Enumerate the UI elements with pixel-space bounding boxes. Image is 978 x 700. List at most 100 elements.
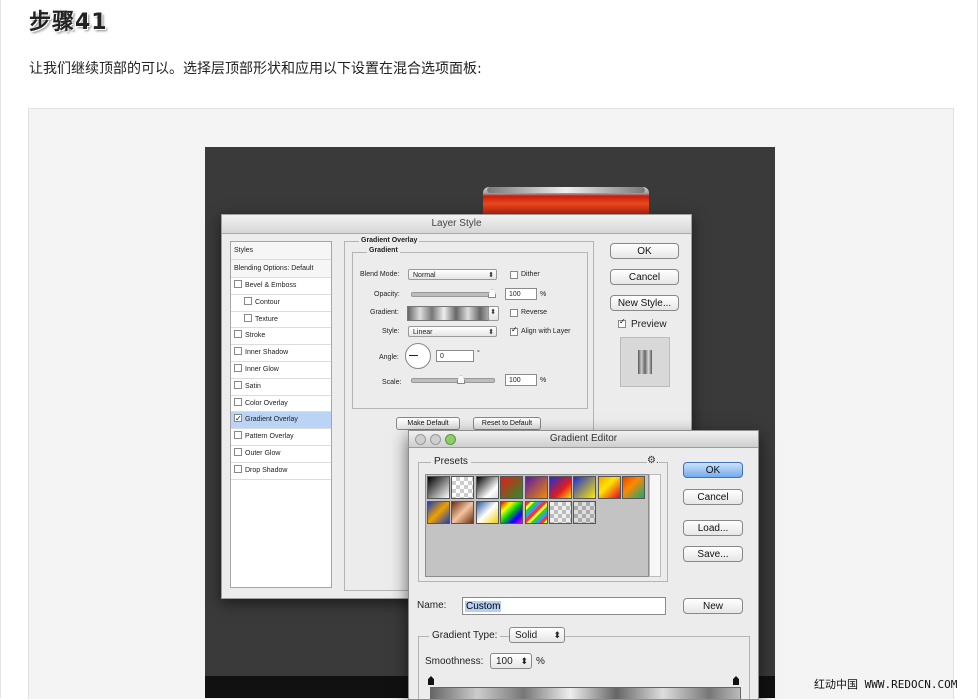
preset-swatch[interactable]: [573, 501, 597, 524]
make-default-button[interactable]: Make Default: [396, 417, 460, 430]
gradient-dropdown[interactable]: [488, 306, 499, 321]
style-item[interactable]: Drop Shadow: [231, 463, 331, 480]
style-item-checkbox[interactable]: [234, 347, 242, 356]
ok-button[interactable]: OK: [683, 462, 743, 478]
style-item[interactable]: Color Overlay: [231, 396, 331, 413]
load-button[interactable]: Load...: [683, 520, 743, 536]
scale-slider-thumb[interactable]: [457, 375, 465, 384]
cancel-button[interactable]: Cancel: [683, 489, 743, 505]
presets-group: Presets ⚙.: [418, 455, 668, 582]
style-item[interactable]: Outer Glow: [231, 446, 331, 463]
angle-degree: °: [477, 350, 480, 357]
gradient-type-label: Gradient Type:: [429, 630, 501, 641]
preset-swatch-grid: [425, 474, 649, 577]
style-item-checkbox[interactable]: [234, 397, 242, 406]
gradient-group: Gradient Blend Mode: Normal Dither Opaci…: [352, 247, 588, 409]
zoom-window-icon[interactable]: [445, 434, 456, 445]
style-item-label: Satin: [245, 382, 261, 390]
blend-mode-select[interactable]: Normal: [408, 269, 497, 281]
preset-swatch[interactable]: [451, 501, 475, 524]
preset-swatch[interactable]: [500, 476, 524, 499]
style-item-label: Stroke: [245, 332, 266, 340]
opacity-slider-thumb[interactable]: [488, 289, 496, 298]
style-item-checkbox[interactable]: [234, 380, 242, 389]
preset-swatch[interactable]: [597, 476, 621, 499]
style-item-checkbox[interactable]: [234, 330, 242, 339]
style-select[interactable]: Linear: [408, 326, 497, 338]
intro-text: 让我们继续顶部的可以。选择层顶部形状和应用以下设置在混合选项面板:: [29, 61, 482, 77]
gradient-editor-titlebar: Gradient Editor: [409, 431, 758, 448]
style-item[interactable]: Gradient Overlay: [231, 411, 331, 430]
dither-checkbox[interactable]: [510, 271, 518, 279]
presets-label: Presets: [431, 456, 471, 467]
gradient-name-input[interactable]: Custom: [462, 597, 666, 615]
angle-input[interactable]: 0: [436, 350, 474, 362]
style-item[interactable]: Inner Glow: [231, 362, 331, 379]
style-item[interactable]: Contour: [231, 295, 331, 312]
reset-to-default-button[interactable]: Reset to Default: [473, 417, 541, 430]
gradient-bar[interactable]: [430, 687, 741, 699]
blending-options-item[interactable]: Blending Options: Default: [231, 260, 331, 278]
style-item[interactable]: Inner Shadow: [231, 345, 331, 362]
style-item-label: Pattern Overlay: [245, 433, 294, 441]
preview-checkbox[interactable]: [618, 317, 626, 328]
preset-swatch[interactable]: [524, 501, 548, 524]
align-with-layer-label: Align with Layer: [521, 328, 571, 335]
gear-icon[interactable]: ⚙.: [647, 455, 659, 466]
ok-button[interactable]: OK: [610, 243, 679, 259]
scale-input[interactable]: 100: [505, 374, 537, 386]
gradient-label: Gradient:: [370, 309, 399, 316]
style-item-label: Contour: [255, 298, 280, 306]
cancel-button[interactable]: Cancel: [610, 269, 679, 285]
style-item-checkbox[interactable]: [234, 411, 242, 428]
minimize-window-icon[interactable]: [430, 434, 441, 445]
scale-slider[interactable]: [411, 378, 495, 383]
style-item-label: Inner Glow: [245, 365, 279, 373]
style-item[interactable]: Satin: [231, 379, 331, 396]
smoothness-label: Smoothness:: [425, 656, 484, 667]
style-item-checkbox[interactable]: [234, 431, 242, 440]
preset-swatch[interactable]: [524, 476, 548, 499]
gradient-type-select[interactable]: Solid: [509, 627, 565, 643]
save-button[interactable]: Save...: [683, 546, 743, 562]
new-style-button[interactable]: New Style...: [610, 295, 679, 311]
close-window-icon[interactable]: [415, 434, 426, 445]
preset-swatch[interactable]: [451, 476, 475, 499]
preset-swatch[interactable]: [549, 476, 572, 499]
preset-swatch[interactable]: [573, 476, 597, 499]
opacity-slider[interactable]: [411, 292, 495, 297]
style-item[interactable]: Bevel & Emboss: [231, 278, 331, 295]
preset-swatch[interactable]: [622, 476, 646, 499]
preset-swatch[interactable]: [549, 501, 572, 524]
style-item-label: Outer Glow: [245, 449, 281, 457]
angle-dial[interactable]: [405, 343, 431, 369]
styles-header[interactable]: Styles: [231, 242, 331, 260]
preset-swatch[interactable]: [427, 501, 450, 524]
opacity-label: Opacity:: [374, 291, 400, 298]
style-item-checkbox[interactable]: [234, 464, 242, 473]
group-title: Gradient: [367, 247, 400, 254]
style-item-checkbox[interactable]: [234, 280, 242, 288]
gradient-swatch[interactable]: [407, 306, 489, 321]
smoothness-select[interactable]: 100: [490, 653, 532, 669]
presets-scrollbar[interactable]: [649, 474, 661, 577]
style-item[interactable]: Texture: [231, 312, 331, 329]
style-item[interactable]: Stroke: [231, 328, 331, 346]
preset-swatch[interactable]: [500, 501, 524, 524]
preset-swatch[interactable]: [427, 476, 450, 499]
new-gradient-button[interactable]: New: [683, 598, 743, 614]
step-title: 步骤41: [29, 10, 108, 35]
section-title: Gradient Overlay: [359, 237, 420, 244]
style-item-checkbox[interactable]: [234, 447, 242, 456]
style-item[interactable]: Pattern Overlay: [231, 429, 331, 446]
style-item-checkbox[interactable]: [244, 296, 252, 305]
preset-swatch[interactable]: [475, 476, 499, 499]
site-watermark: 红动中国 WWW.REDOCN.COM: [814, 678, 958, 691]
opacity-input[interactable]: 100: [505, 288, 537, 300]
style-item-checkbox[interactable]: [244, 313, 252, 322]
style-item-checkbox[interactable]: [234, 363, 242, 372]
align-with-layer-checkbox[interactable]: [510, 325, 518, 336]
preset-swatch[interactable]: [475, 501, 499, 524]
reverse-checkbox[interactable]: [510, 309, 518, 317]
blend-mode-label: Blend Mode:: [360, 271, 400, 278]
